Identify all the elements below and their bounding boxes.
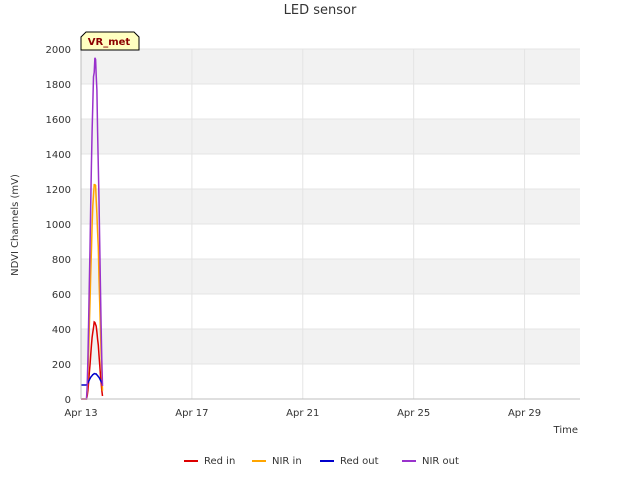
y-tick-label: 1400	[46, 150, 71, 161]
chart-title: LED sensor	[284, 3, 357, 18]
badge-label: VR_met	[88, 37, 131, 48]
legend-label: NIR out	[422, 456, 459, 467]
y-tick-label: 1000	[46, 220, 71, 231]
y-axis-label: NDVI Channels (mV)	[10, 174, 21, 276]
plot-band	[81, 119, 580, 154]
x-tick-label: Apr 25	[397, 408, 430, 419]
legend-item-nir-out: NIR out	[402, 456, 459, 467]
ndvi-chart: LED sensor 0 200 400 600 800 1000 1200 1400 1600…	[10, 3, 580, 467]
y-tick-label: 800	[52, 255, 71, 266]
x-tick-label: Apr 13	[64, 408, 97, 419]
y-tick-label: 0	[65, 395, 71, 406]
legend: Red in NIR in Red out NIR out	[184, 456, 459, 467]
y-tick-label: 2000	[46, 45, 71, 56]
y-tick-label: 1600	[46, 115, 71, 126]
y-tick-label: 1800	[46, 80, 71, 91]
plot-band	[81, 189, 580, 224]
station-badge: VR_met	[80, 31, 140, 51]
y-tick-label: 1200	[46, 185, 71, 196]
plot-band	[81, 49, 580, 84]
plot-band	[81, 329, 580, 364]
legend-label: Red in	[204, 456, 235, 467]
y-tick-label: 600	[52, 290, 71, 301]
legend-item-red-in: Red in	[184, 456, 235, 467]
y-tick-labels: 0 200 400 600 800 1000 1200 1400 1600 1800 2000	[46, 45, 71, 406]
legend-label: NIR in	[272, 456, 302, 467]
y-tick-label: 400	[52, 325, 71, 336]
plot-band	[81, 259, 580, 294]
y-tick-label: 200	[52, 360, 71, 371]
legend-item-nir-in: NIR in	[252, 456, 302, 467]
x-tick-label: Apr 17	[175, 408, 208, 419]
x-tick-labels: Apr 13 Apr 17 Apr 21 Apr 25 Apr 29	[64, 408, 541, 419]
x-tick-label: Apr 29	[508, 408, 541, 419]
legend-item-red-out: Red out	[320, 456, 379, 467]
x-tick-label: Apr 21	[286, 408, 319, 419]
x-axis-label: Time	[553, 425, 578, 436]
legend-label: Red out	[340, 456, 379, 467]
